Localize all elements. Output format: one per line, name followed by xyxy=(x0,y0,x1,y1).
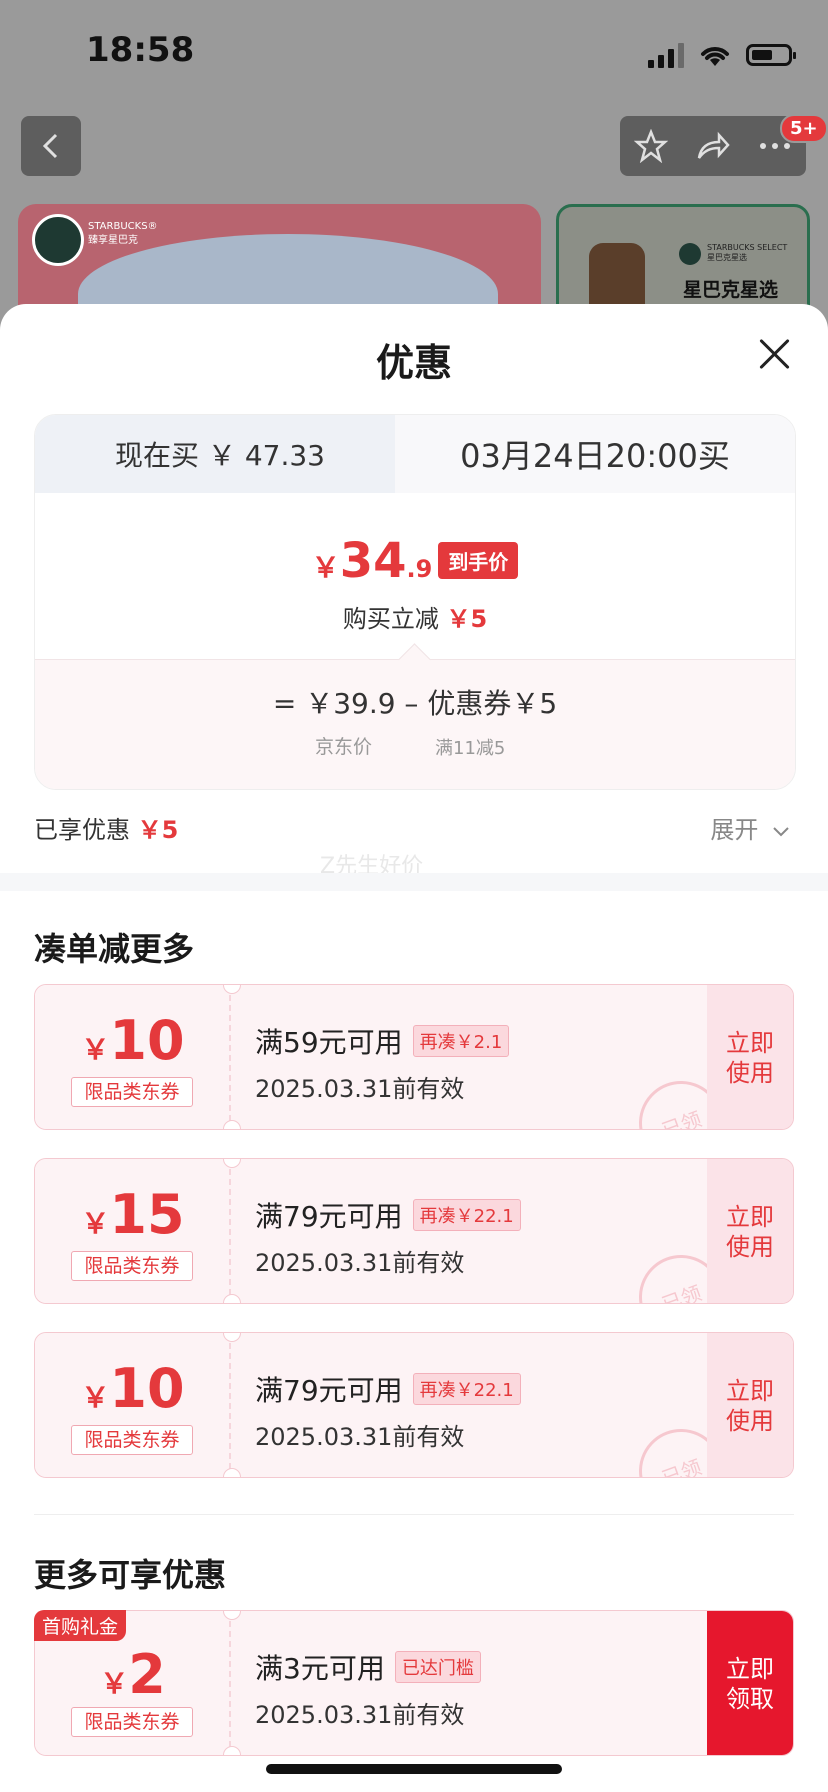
coupon-card-first-purchase: ￥2 限品类东券 满3元可用 已达门槛 2025.03.31前有效 立即 领取 xyxy=(34,1610,794,1756)
notification-badge: 5+ xyxy=(780,114,828,143)
coupon-condition: 满79元可用 再凑￥22.1 xyxy=(255,1195,521,1235)
coupon-condition: 满3元可用 已达门槛 xyxy=(255,1647,481,1687)
wifi-icon xyxy=(701,47,729,66)
section-title-extra: 更多可享优惠 xyxy=(34,1556,227,1594)
coupon-kind: 限品类东券 xyxy=(71,1707,193,1737)
divider xyxy=(34,1514,794,1515)
home-indicator xyxy=(266,1764,562,1774)
price-formula: = ￥39.9 – 优惠券￥5 xyxy=(272,687,558,720)
final-price-tag: 到手价 xyxy=(438,542,519,579)
banner2-small-text: STARBUCKS SELECT 星巴克星选 xyxy=(707,243,788,262)
coupon-expiry: 2025.03.31前有效 xyxy=(255,1423,465,1451)
enjoyed-discount: 已享优惠 ￥5 xyxy=(34,816,179,844)
close-icon[interactable] xyxy=(756,336,792,372)
coupon-amount: ￥15 xyxy=(81,1183,185,1246)
coupon-amount: ￥10 xyxy=(81,1357,185,1420)
coupon-threshold-tag: 已达门槛 xyxy=(394,1651,481,1683)
status-icons xyxy=(648,38,796,72)
chevron-left-icon xyxy=(42,133,58,159)
sheet-title: 优惠 xyxy=(375,341,452,385)
use-now-button[interactable]: 立即 使用 xyxy=(707,985,793,1129)
coupon-amount: ￥2 xyxy=(100,1643,166,1706)
coupon-card: ￥10 限品类东券 满79元可用 再凑￥22.1 2025.03.31前有效 已领… xyxy=(34,1332,794,1478)
top-actions xyxy=(620,116,806,176)
instant-reduce: 购买立减 ￥5 xyxy=(342,605,488,633)
first-purchase-badge: 首购礼金 xyxy=(34,1610,127,1641)
coupon-expiry: 2025.03.31前有效 xyxy=(255,1249,465,1277)
back-button[interactable] xyxy=(21,116,81,176)
coupon-kind: 限品类东券 xyxy=(71,1077,193,1107)
jd-price-label: 京东价 xyxy=(315,736,373,758)
section-divider xyxy=(0,873,828,891)
coupon-condition: 满59元可用 再凑￥2.1 xyxy=(255,1021,510,1061)
price-box: 现在买 ￥ 47.33 03月24日20:00买 ￥34.9 到手价 购买立减 ￥… xyxy=(34,414,796,790)
tab-buy-now[interactable]: 现在买 ￥ 47.33 xyxy=(35,415,405,493)
section-title-more: 凑单减更多 xyxy=(34,930,195,968)
coupon-card: ￥15 限品类东券 满79元可用 再凑￥22.1 2025.03.31前有效 已领… xyxy=(34,1158,794,1304)
starbucks-logo-icon xyxy=(679,243,701,265)
coupon-gap-tag: 再凑￥22.1 xyxy=(412,1199,521,1231)
status-time: 18:58 xyxy=(86,30,195,70)
coupon-condition: 满79元可用 再凑￥22.1 xyxy=(255,1369,521,1409)
use-now-button[interactable]: 立即 使用 xyxy=(707,1159,793,1303)
starbucks-logo-icon xyxy=(32,214,84,266)
coupon-gap-tag: 再凑￥22.1 xyxy=(412,1373,521,1405)
banner-brand: STARBUCKS® 臻享星巴克 xyxy=(88,221,158,246)
coupon-expiry: 2025.03.31前有效 xyxy=(255,1075,465,1103)
coupon-card: ￥10 限品类东券 满59元可用 再凑￥2.1 2025.03.31前有效 已领 … xyxy=(34,984,794,1130)
claim-now-button[interactable]: 立即 领取 xyxy=(707,1611,793,1755)
battery-icon xyxy=(746,44,796,66)
coupon-expiry: 2025.03.31前有效 xyxy=(255,1701,465,1729)
expand-button[interactable]: 展开 xyxy=(710,810,790,845)
coupon-rule: 满11减5 xyxy=(435,738,506,759)
coupon-kind: 限品类东券 xyxy=(71,1425,193,1455)
use-now-button[interactable]: 立即 使用 xyxy=(707,1333,793,1477)
tab-buy-later[interactable]: 03月24日20:00买 xyxy=(395,415,795,493)
coupon-amount: ￥10 xyxy=(81,1009,185,1072)
final-price: ￥34.9 到手价 xyxy=(35,533,795,589)
star-icon[interactable] xyxy=(633,129,668,163)
cellular-signal-icon xyxy=(648,42,684,68)
banner2-name: 星巴克星选 xyxy=(683,279,779,301)
coupon-kind: 限品类东券 xyxy=(71,1251,193,1281)
price-breakdown: = ￥39.9 – 优惠券￥5 京东价 满11减5 xyxy=(35,643,795,789)
more-icon[interactable] xyxy=(758,141,792,151)
share-icon[interactable] xyxy=(695,130,731,162)
coupon-gap-tag: 再凑￥2.1 xyxy=(412,1025,510,1057)
chevron-down-icon xyxy=(773,827,789,837)
